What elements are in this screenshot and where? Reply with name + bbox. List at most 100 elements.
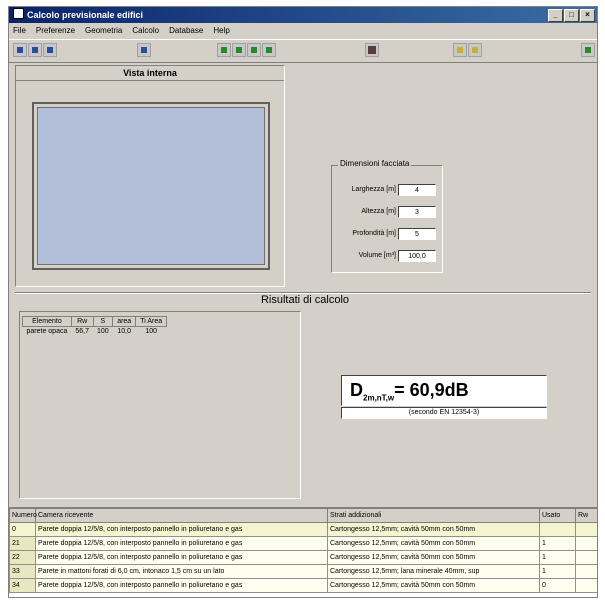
wall-icon[interactable] bbox=[217, 43, 231, 57]
results-table: Elemento Rw S area Ti Area parete opaca … bbox=[22, 316, 168, 337]
width-label: Larghezza [m] bbox=[351, 186, 396, 193]
toolbar-group-geometry bbox=[217, 43, 276, 58]
grid-cell-numero: 34 bbox=[9, 578, 36, 593]
new-icon[interactable] bbox=[13, 43, 27, 57]
window-icon[interactable] bbox=[232, 43, 246, 57]
width-row: Larghezza [m] 4 bbox=[332, 184, 442, 198]
save-icon[interactable] bbox=[43, 43, 57, 57]
grid-cell-rw: 21 bbox=[575, 522, 597, 537]
col-rw[interactable]: Rw bbox=[70, 316, 94, 327]
volume-row: Volume [m³] 100,0 bbox=[332, 250, 442, 264]
height-field[interactable]: 3 bbox=[398, 206, 436, 218]
toolbar-group-db bbox=[453, 43, 482, 58]
grid-cell-rw: 21 bbox=[575, 536, 597, 551]
print-icon[interactable] bbox=[468, 43, 482, 57]
menu-calcolo[interactable]: Calcolo bbox=[132, 24, 159, 38]
grid-cell-strati: Cartongesso 12,5mm; lana minerale 40mm, … bbox=[327, 564, 540, 579]
grid-row[interactable]: 34 Parete doppia 12/5/8, con interposto … bbox=[9, 578, 597, 593]
dimensions-title: Dimensioni facciata bbox=[338, 159, 412, 168]
grid-cell-usato: 0 bbox=[539, 578, 576, 593]
grid-col-rw[interactable]: Rw bbox=[575, 508, 597, 523]
help-icon[interactable] bbox=[581, 43, 595, 57]
menu-help[interactable]: Help bbox=[213, 24, 229, 38]
table-row[interactable]: parete opaca 56,7 100 10,0 100 bbox=[23, 327, 167, 337]
elements-table: Numero Camera ricevente Strati addiziona… bbox=[9, 508, 597, 593]
dnt-value: D2m,nT,w= 60,9dB bbox=[341, 375, 547, 406]
grid-cell-usato: 1 bbox=[539, 550, 576, 565]
grid-col-strati[interactable]: Strati addizionali bbox=[327, 508, 540, 523]
dnt-symbol: D bbox=[350, 380, 363, 400]
database-icon[interactable] bbox=[453, 43, 467, 57]
grid-cell-usato: 1 bbox=[539, 536, 576, 551]
grid-cell-numero: 21 bbox=[9, 536, 36, 551]
col-ti-area[interactable]: Ti Area bbox=[135, 316, 168, 327]
grid-row[interactable]: 21 Parete doppia 12/5/8, con interposto … bbox=[9, 536, 597, 551]
grid-cell-strati: Cartongesso 12,5mm; cavità 50mm con 50mm bbox=[327, 550, 540, 565]
grid-row[interactable]: 0 Parete doppia 12/5/8, con interposto p… bbox=[9, 522, 597, 537]
volume-label: Volume [m³] bbox=[358, 252, 396, 259]
minimize-button[interactable]: _ bbox=[548, 9, 563, 22]
grid-col-camera[interactable]: Camera ricevente bbox=[35, 508, 328, 523]
title-bar: Calcolo previsionale edifici _ □ × bbox=[9, 7, 597, 23]
grid-cell-camera: Parete doppia 12/5/8, con interposto pan… bbox=[35, 550, 328, 565]
grid-cell-strati: Cartongesso 12,5mm; cavità 50mm con 50mm bbox=[327, 578, 540, 593]
col-elemento[interactable]: Elemento bbox=[22, 316, 72, 327]
grid-cell-camera: Parete doppia 12/5/8, con interposto pan… bbox=[35, 522, 328, 537]
cell-ti-area: 100 bbox=[145, 328, 157, 335]
col-s[interactable]: S bbox=[92, 316, 114, 327]
grid-cell-usato bbox=[539, 522, 576, 537]
dnt-number: = 60,9dB bbox=[394, 380, 469, 400]
open-icon[interactable] bbox=[28, 43, 42, 57]
delete-icon[interactable] bbox=[262, 43, 276, 57]
calculate-icon[interactable] bbox=[365, 43, 379, 57]
elements-grid: Numero Camera ricevente Strati addiziona… bbox=[9, 507, 597, 597]
results-header-row: Elemento Rw S area Ti Area bbox=[22, 316, 168, 327]
toolbar-group-file bbox=[13, 43, 57, 58]
depth-row: Profondità [m] 5 bbox=[332, 228, 442, 242]
menu-preferenze[interactable]: Preferenze bbox=[36, 24, 75, 38]
window-title: Calcolo previsionale edifici bbox=[27, 10, 144, 20]
dimensions-group: Dimensioni facciata Larghezza [m] 4 Alte… bbox=[331, 159, 443, 273]
grid-cell-camera: Parete doppia 12/5/8, con interposto pan… bbox=[35, 578, 328, 593]
height-row: Altezza [m] 3 bbox=[332, 206, 442, 220]
depth-field[interactable]: 5 bbox=[398, 228, 436, 240]
width-field[interactable]: 4 bbox=[398, 184, 436, 196]
cell-rw: 56,7 bbox=[75, 328, 89, 335]
grid-cell-usato: 1 bbox=[539, 564, 576, 579]
vista-divider bbox=[16, 80, 284, 81]
depth-label: Profondità [m] bbox=[352, 230, 396, 237]
menu-geometria[interactable]: Geometria bbox=[85, 24, 122, 38]
grid-col-numero[interactable]: Numero bbox=[9, 508, 37, 523]
dnt-result-box: D2m,nT,w= 60,9dB (secondo EN 12354-3) bbox=[341, 375, 547, 421]
grid-cell-rw: 21 bbox=[575, 550, 597, 565]
app-window: Calcolo previsionale edifici _ □ × File … bbox=[8, 6, 598, 598]
dnt-standard-note: (secondo EN 12354-3) bbox=[341, 407, 547, 419]
menu-file[interactable]: File bbox=[13, 24, 26, 38]
maximize-button[interactable]: □ bbox=[564, 9, 579, 22]
toolbar-group-view bbox=[137, 43, 151, 58]
cell-area: 10,0 bbox=[117, 328, 131, 335]
menu-bar: File Preferenze Geometria Calcolo Databa… bbox=[9, 24, 597, 38]
grid-cell-strati: Cartongesso 12,5mm; cavità 50mm con 50mm bbox=[327, 522, 540, 537]
volume-field[interactable]: 100,0 bbox=[398, 250, 436, 262]
grid-cell-numero: 33 bbox=[9, 564, 36, 579]
vista-panel: Vista interna bbox=[15, 65, 285, 287]
grid-row[interactable]: 22 Parete doppia 12/5/8, con interposto … bbox=[9, 550, 597, 565]
grid-row[interactable]: 33 Parete in mattoni forati di 6,0 cm, i… bbox=[9, 564, 597, 579]
grid-cell-camera: Parete in mattoni forati di 6,0 cm, into… bbox=[35, 564, 328, 579]
menu-database[interactable]: Database bbox=[169, 24, 203, 38]
room-view[interactable] bbox=[32, 102, 270, 270]
view-icon[interactable] bbox=[137, 43, 151, 57]
door-icon[interactable] bbox=[247, 43, 261, 57]
app-icon bbox=[13, 8, 24, 19]
grid-cell-numero: 22 bbox=[9, 550, 36, 565]
toolbar bbox=[9, 39, 597, 63]
close-button[interactable]: × bbox=[580, 9, 595, 22]
grid-cell-numero: 0 bbox=[9, 522, 36, 537]
results-panel: Elemento Rw S area Ti Area parete opaca … bbox=[19, 311, 301, 499]
grid-col-usato[interactable]: Usato bbox=[539, 508, 576, 523]
height-label: Altezza [m] bbox=[361, 208, 396, 215]
grid-cell-camera: Parete doppia 12/5/8, con interposto pan… bbox=[35, 536, 328, 551]
dnt-subscript: 2m,nT,w bbox=[363, 393, 395, 403]
col-area[interactable]: area bbox=[112, 316, 137, 327]
